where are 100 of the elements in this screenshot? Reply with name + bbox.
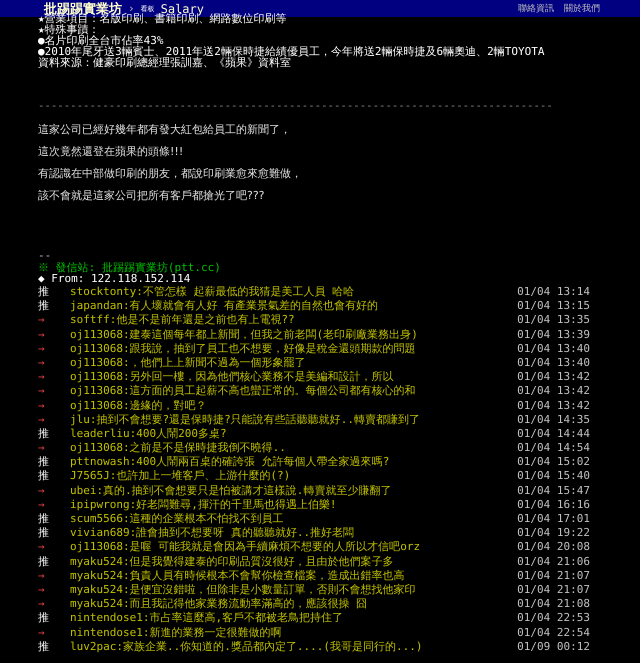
- comment-text: :是喔 可能我就是會因為手續麻煩不想要的人所以才信吧orz: [122, 540, 422, 555]
- comment-text: :有人壞就會有人好 有產業景氣差的自然也會有好的: [122, 299, 380, 314]
- comment-tag: →: [38, 441, 70, 456]
- comment-time: 01/04 19:22: [517, 526, 590, 540]
- comment-tag: 推: [38, 455, 70, 470]
- comment-tag: 推: [38, 526, 70, 540]
- comment-tag: →: [38, 398, 70, 413]
- comment-tag: →: [38, 370, 70, 384]
- comment-tag: →: [38, 412, 70, 427]
- comment-tag: 推: [38, 285, 70, 300]
- comment-text: :，他們上上新聞不過為一個形象罷了: [122, 356, 307, 370]
- comment-user: pttnowash: [70, 455, 130, 470]
- comment-tag: →: [38, 384, 70, 398]
- comment-text: :400人鬧兩百桌的確誇張 允許每個人帶全家過來嗎?: [130, 455, 390, 470]
- article-paragraph: 該不會就是這家公司把所有客戶都搶光了吧???: [38, 190, 266, 202]
- comment-text: :好老闆難尋,揮汗的千里馬也得遇上伯樂!: [130, 498, 338, 512]
- comment-tag: 推: [38, 299, 70, 314]
- comment-user: myaku524: [70, 582, 123, 598]
- comment-text: :誰會抽到不想要呀 真的聽聽就好..推好老闆: [130, 526, 356, 540]
- comment-text: :邊緣的，對吧？: [122, 398, 208, 413]
- comment-time: 01/04 13:42: [517, 398, 590, 413]
- comment-tag: →: [38, 540, 70, 555]
- comment-time: 01/04 21:07: [517, 568, 590, 583]
- comment-text: :不管怎樣 起薪最低的我猜是美工人員 哈哈: [136, 285, 356, 300]
- comment-text: :是便宜沒錯啦，但除非是小數量訂單，否則不會想找他家印: [122, 582, 417, 598]
- comment-tag: 推: [38, 426, 70, 442]
- comment-tag: →: [38, 356, 70, 370]
- comment-time: 01/04 22:53: [517, 611, 590, 626]
- comment-text: :之前是不是保時捷我倒不曉得..: [122, 441, 287, 456]
- comment-tag: →: [38, 626, 70, 640]
- comment-user: ipipwrong: [70, 498, 130, 512]
- comment-tag: →: [38, 582, 70, 598]
- comment-user: J7565J: [70, 469, 110, 484]
- comment-tag: →: [38, 342, 70, 356]
- comment-time: 01/04 21:08: [517, 597, 590, 612]
- comment-time: 01/04 14:54: [517, 441, 590, 456]
- comment-user: leaderliu: [70, 426, 130, 442]
- comment-user: oj113068: [70, 398, 123, 413]
- breadcrumb-separator: ›: [128, 2, 135, 15]
- comment-tag: →: [38, 597, 70, 612]
- comment-time: 01/04 21:07: [517, 582, 590, 598]
- comment-user: stocktonty: [70, 285, 136, 300]
- comment-text: :他是不是前年還是之前也有上電視??: [110, 313, 296, 328]
- header-link[interactable]: 關於我們: [564, 2, 600, 15]
- comment-user: oj113068: [70, 370, 123, 384]
- origin-line: ※ 發信站: 批踢踢實業坊(ptt.cc): [38, 262, 222, 273]
- comment-text: :但是我覺得建泰的印刷品質沒很好，且由於他們案子多: [122, 554, 395, 569]
- comment-user: luv2pac: [70, 640, 116, 654]
- comment-user: japandan: [70, 299, 123, 314]
- comment-text: :也許加上一堆客戶、上游什麼的(?): [110, 469, 292, 484]
- comment-time: 01/04 13:42: [517, 384, 590, 398]
- from-line: ◆ From: 122.118.152.114: [38, 273, 190, 284]
- comment-tag: →: [38, 484, 70, 498]
- comment-time: 01/09 00:12: [517, 640, 590, 654]
- board-name-link[interactable]: Salary: [160, 2, 204, 16]
- article-paragraph: 這次竟然還登在蘋果的頭條!!!: [38, 146, 184, 158]
- comment-tag: →: [38, 498, 70, 512]
- comment-user: myaku524: [70, 597, 123, 612]
- dashed-divider: --------------------------------------------------------------------------------: [38, 100, 554, 112]
- comment-user: ubei: [70, 484, 96, 498]
- comment-time: 01/04 22:54: [517, 626, 590, 640]
- comment-time: 01/04 15:40: [517, 469, 590, 484]
- comment-time: 01/04 15:02: [517, 455, 590, 470]
- comment-tag: 推: [38, 640, 70, 654]
- comment-user: oj113068: [70, 441, 123, 456]
- comment-time: 01/04 21:06: [517, 554, 590, 569]
- comment-tag: →: [38, 568, 70, 583]
- article-paragraph: 這家公司已經好幾年都有發大紅包給員工的新聞了，: [38, 124, 292, 136]
- comment-user: softff: [70, 313, 110, 328]
- comment-text: :負責人員有時候根本不會幫你檢查檔案，造成出錯率也高: [122, 568, 406, 583]
- comment-time: 01/04 14:35: [517, 412, 590, 427]
- comment-text: :另外回一樓，因為他們核心業務不是美編和設計，所以: [122, 370, 395, 384]
- comment-text: :真的.抽到不會想要只是怕被講才這樣說.轉賣就至少賺翻了: [96, 484, 392, 498]
- comment-user: nintendose1: [70, 611, 143, 626]
- comment-user: vivian689: [70, 526, 130, 540]
- comment-time: 01/04 16:16: [517, 498, 590, 512]
- comment-time: 01/04 13:35: [517, 313, 590, 328]
- comment-user: myaku524: [70, 554, 123, 569]
- comment-time: 01/04 13:14: [517, 285, 590, 300]
- comment-tag: 推: [38, 512, 70, 526]
- comment-text: :建泰這個每年都上新聞，但我之前老闆(老印刷廠業務出身): [122, 328, 419, 342]
- info-line: ★特殊事蹟：: [38, 24, 100, 35]
- comment-tag: 推: [38, 611, 70, 626]
- comment-user: nintendose1: [70, 626, 143, 640]
- comment-time: 01/04 13:40: [517, 342, 590, 356]
- info-line: ●名片印刷全台市佔率43%: [38, 35, 164, 46]
- comment-user: oj113068: [70, 384, 123, 398]
- comment-user: oj113068: [70, 540, 123, 555]
- info-line: 資料來源：健豪印刷總經理張訓嘉、《蘋果》資料室: [38, 57, 291, 68]
- comment-tag: →: [38, 313, 70, 328]
- comment-time: 01/04 14:44: [517, 426, 590, 442]
- comment-time: 01/04 13:39: [517, 328, 590, 342]
- comment-text: :這種的企業根本不怕找不到員工: [122, 512, 285, 526]
- header-link[interactable]: 聯絡資訊: [518, 2, 554, 15]
- signature-line: --: [38, 250, 52, 262]
- comment-time: 01/04 20:08: [517, 540, 590, 555]
- comment-text: :400人鬧200多桌?: [130, 426, 228, 442]
- comment-text: :新進的業務一定很難做的啊: [142, 626, 282, 640]
- comment-time: 01/04 13:40: [517, 356, 590, 370]
- comment-user: scum5566: [70, 512, 123, 526]
